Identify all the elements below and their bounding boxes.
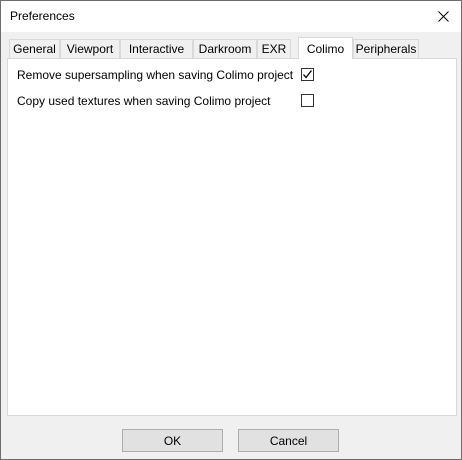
ok-label: OK [163, 433, 182, 448]
remove-supersampling-checkbox[interactable] [301, 68, 314, 81]
window-title: Preferences [10, 9, 75, 23]
tab-label: Colimo [306, 42, 345, 56]
colimo-settings-panel: Remove supersampling when saving Colimo … [7, 58, 457, 416]
tab-label: Darkroom [198, 42, 252, 56]
tab-label: Peripherals [355, 42, 417, 56]
tab-colimo[interactable]: Colimo [298, 37, 353, 59]
preferences-dialog: Preferences General Viewport Interactive… [0, 0, 462, 460]
tab-general[interactable]: General [9, 39, 60, 58]
tab-label: EXR [261, 42, 287, 56]
title-bar: Preferences [1, 1, 461, 32]
tab-label: General [13, 42, 56, 56]
checkmark-icon [303, 70, 313, 79]
tab-interactive[interactable]: Interactive [120, 39, 193, 58]
cancel-button[interactable]: Cancel [238, 429, 339, 452]
close-button[interactable] [425, 1, 461, 32]
tab-exr[interactable]: EXR [257, 39, 291, 58]
option-remove-supersampling: Remove supersampling when saving Colimo … [17, 67, 317, 83]
cancel-label: Cancel [269, 433, 308, 448]
tab-label: Interactive [128, 42, 185, 56]
tab-label: Viewport [66, 42, 114, 56]
close-icon [437, 11, 449, 22]
option-label: Copy used textures when saving Colimo pr… [17, 94, 271, 108]
copy-textures-checkbox[interactable] [301, 94, 314, 107]
tab-strip: General Viewport Interactive Darkroom EX… [9, 37, 453, 59]
tab-darkroom[interactable]: Darkroom [193, 39, 257, 58]
tab-viewport[interactable]: Viewport [60, 39, 120, 58]
tab-peripherals[interactable]: Peripherals [353, 39, 419, 58]
ok-button[interactable]: OK [122, 429, 223, 452]
option-label: Remove supersampling when saving Colimo … [17, 68, 294, 82]
option-copy-textures: Copy used textures when saving Colimo pr… [17, 93, 317, 109]
